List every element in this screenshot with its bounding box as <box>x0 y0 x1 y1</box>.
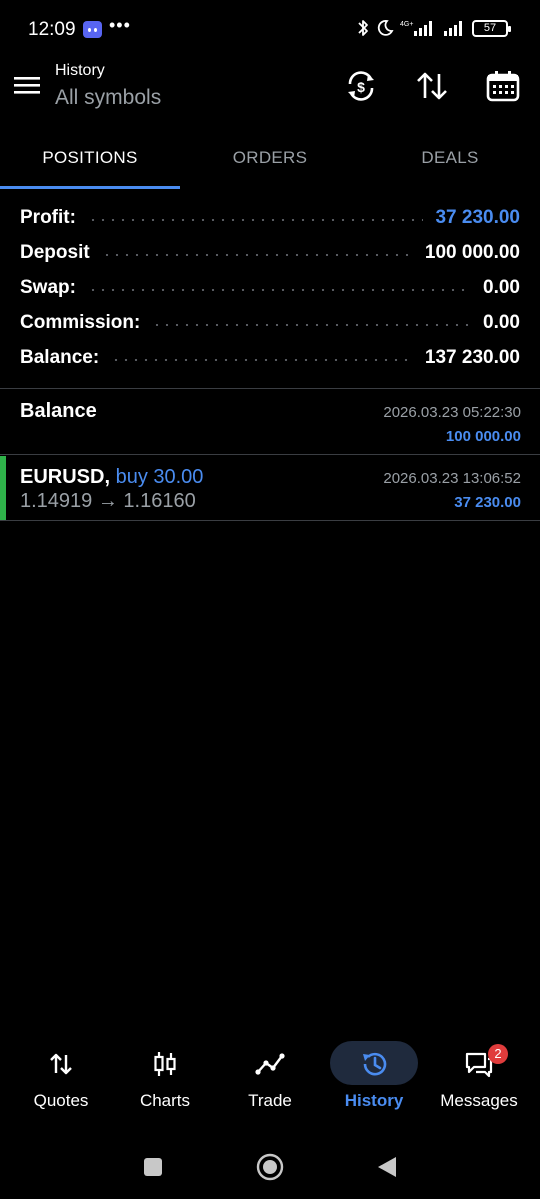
nav-label: Quotes <box>33 1091 89 1110</box>
network-type: 4G+ <box>400 21 413 28</box>
svg-text:$: $ <box>357 79 365 95</box>
nav-messages[interactable]: 2 Messages <box>429 1035 529 1125</box>
signal-icon: 4G+ <box>400 21 432 36</box>
status-bar: 12:09 ••• 4G+ 57 <box>0 0 540 60</box>
summary-value: 100 000.00 <box>424 241 520 263</box>
nav-label: Charts <box>139 1091 191 1110</box>
home-circle-icon[interactable] <box>256 1153 284 1181</box>
currency-sync-icon[interactable]: $ <box>343 68 379 104</box>
status-more-dots: ••• <box>109 15 131 35</box>
symbol-filter[interactable]: All symbols <box>55 86 161 110</box>
divider <box>0 388 540 389</box>
summary-value: 137 230.00 <box>424 346 520 368</box>
tab-positions[interactable]: POSITIONS <box>0 130 180 190</box>
nav-label: Messages <box>440 1091 518 1110</box>
bluetooth-icon <box>358 20 368 36</box>
tab-orders[interactable]: ORDERS <box>180 130 360 190</box>
summary-panel: Profit: 37 230.00 Deposit 100 000.00 Swa… <box>0 200 540 375</box>
summary-row-profit: Profit: 37 230.00 <box>0 200 540 235</box>
list-item-balance[interactable]: Balance 2026.03.23 05:22:30 100 000.00 <box>0 390 540 454</box>
history-clock-icon <box>363 1052 387 1076</box>
summary-label: Deposit <box>20 241 90 263</box>
status-time: 12:09 <box>28 19 76 40</box>
summary-label: Balance: <box>20 346 100 368</box>
position-date: 2026.03.23 13:06:52 <box>383 470 521 487</box>
nav-history[interactable]: History <box>324 1035 424 1125</box>
position-symbol: EURUSD, <box>20 466 111 488</box>
discord-icon <box>83 21 102 38</box>
summary-row-deposit: Deposit 100 000.00 <box>0 235 540 270</box>
position-profit: 37 230.00 <box>454 494 521 511</box>
history-tabs: POSITIONS ORDERS DEALS <box>0 130 540 190</box>
active-tab-indicator <box>0 186 180 189</box>
trend-line-icon <box>255 1053 285 1075</box>
list-item-position[interactable]: EURUSD, buy 30.00 1.14919 → 1.16160 2026… <box>0 456 540 520</box>
battery-icon: 57 <box>472 19 511 37</box>
bottom-navigation: Quotes Charts Trade History 2 Messages <box>0 1035 540 1125</box>
quotes-arrows-icon <box>50 1053 72 1075</box>
page-title: History <box>55 62 105 79</box>
unread-badge: 2 <box>488 1044 508 1064</box>
system-navigation-bar <box>0 1140 540 1199</box>
summary-label: Swap: <box>20 276 76 298</box>
summary-value: 0.00 <box>483 276 520 298</box>
position-side: buy 30.00 <box>115 466 204 488</box>
position-prices: 1.14919 → 1.16160 <box>20 490 196 512</box>
summary-row-swap: Swap: 0.00 <box>0 270 540 305</box>
sort-icon[interactable] <box>414 68 450 104</box>
divider <box>0 520 540 521</box>
calendar-icon[interactable] <box>485 68 521 104</box>
nav-trade[interactable]: Trade <box>220 1035 320 1125</box>
divider <box>0 454 540 455</box>
summary-value: 37 230.00 <box>435 206 520 228</box>
nav-label: History <box>344 1091 404 1110</box>
nav-quotes[interactable]: Quotes <box>11 1035 111 1125</box>
dotted-leader <box>101 253 413 256</box>
nav-label: Trade <box>248 1091 292 1110</box>
app-header: History All symbols $ <box>0 60 540 120</box>
dotted-leader <box>111 358 413 361</box>
tab-deals[interactable]: DEALS <box>360 130 540 190</box>
summary-label: Profit: <box>20 206 76 228</box>
dotted-leader <box>152 323 472 326</box>
recents-square-icon[interactable] <box>143 1157 163 1177</box>
summary-label: Commission: <box>20 311 141 333</box>
summary-row-balance: Balance: 137 230.00 <box>0 340 540 375</box>
summary-row-commission: Commission: 0.00 <box>0 305 540 340</box>
moon-icon <box>377 20 394 36</box>
balance-entry-name: Balance <box>20 400 97 422</box>
menu-icon[interactable] <box>14 74 41 96</box>
status-icons: 4G+ 57 <box>356 18 511 38</box>
balance-entry-date: 2026.03.23 05:22:30 <box>383 404 521 421</box>
candlestick-icon <box>154 1052 176 1076</box>
nav-charts[interactable]: Charts <box>115 1035 215 1125</box>
profit-indicator-bar <box>0 456 6 520</box>
position-symbol-line: EURUSD, buy 30.00 <box>20 466 203 489</box>
balance-entry-amount: 100 000.00 <box>445 428 521 445</box>
dotted-leader <box>87 218 424 221</box>
summary-value: 0.00 <box>483 311 520 333</box>
dotted-leader <box>87 288 472 291</box>
back-triangle-icon[interactable] <box>376 1155 398 1179</box>
signal-icon-2 <box>444 21 462 36</box>
